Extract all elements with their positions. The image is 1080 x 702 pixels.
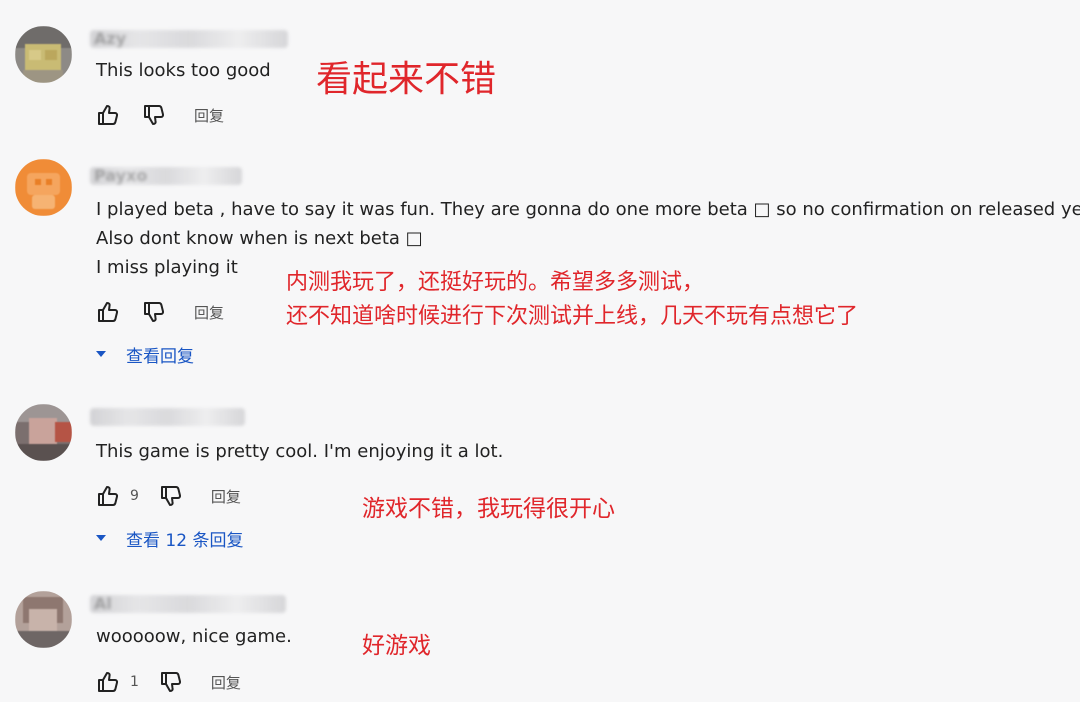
reply-button[interactable]: 回复 — [211, 672, 241, 693]
comment-text: wooooow, nice game. — [96, 626, 292, 647]
username[interactable]: Azy — [90, 30, 288, 48]
username[interactable]: Al — [90, 595, 286, 613]
avatar-image — [15, 591, 72, 648]
translation-annotation: 还不知道啥时候进行下次测试并上线，几天不玩有点想它了 — [286, 304, 859, 329]
view-replies-label: 查看回复 — [126, 346, 194, 367]
comment-text: This looks too good — [96, 60, 271, 81]
thumbs-down-icon[interactable] — [159, 670, 183, 694]
comment-text: I played beta , have to say it was fun. … — [96, 199, 1080, 220]
comment-2: Payxo I played beta , have to say it was… — [0, 150, 1080, 390]
view-replies-button[interactable]: 查看 12 条回复 — [96, 527, 244, 551]
translation-annotation: 内测我玩了，还挺好玩的。希望多多测试， — [286, 270, 705, 295]
comment-text: I miss playing it — [96, 257, 238, 278]
thumbs-down-icon[interactable] — [159, 484, 183, 508]
comment-actions: 9 回复 — [96, 484, 241, 508]
like-count: 9 — [130, 488, 139, 504]
translation-annotation: 看起来不错 — [316, 59, 497, 100]
avatar[interactable] — [15, 404, 72, 461]
caret-down-icon — [96, 351, 106, 357]
username[interactable]: Payxo — [90, 167, 242, 185]
comment-actions: 回复 — [96, 103, 224, 127]
comment-1: Azy This looks too good 回复 看起来不错 — [0, 0, 1080, 150]
comment-actions: 1 回复 — [96, 670, 241, 694]
view-replies-button[interactable]: 查看回复 — [96, 343, 194, 367]
avatar-image — [15, 26, 72, 83]
avatar[interactable] — [15, 159, 72, 216]
comment-3: This game is pretty cool. I'm enjoying i… — [0, 395, 1080, 575]
translation-annotation: 好游戏 — [362, 633, 431, 659]
reply-button[interactable]: 回复 — [194, 105, 224, 126]
comment-actions: 回复 — [96, 300, 224, 324]
comment-text: Also dont know when is next beta □ — [96, 228, 423, 249]
avatar[interactable] — [15, 26, 72, 83]
reply-button[interactable]: 回复 — [194, 302, 224, 323]
comment-text: This game is pretty cool. I'm enjoying i… — [96, 441, 504, 462]
thumbs-down-icon[interactable] — [142, 300, 166, 324]
reply-button[interactable]: 回复 — [211, 486, 241, 507]
username[interactable] — [90, 408, 245, 426]
thumbs-up-icon[interactable] — [96, 670, 120, 694]
view-replies-label: 查看 12 条回复 — [126, 530, 244, 551]
caret-down-icon — [96, 535, 106, 541]
comment-4: Al wooooow, nice game. 1 回复 好游戏 — [0, 575, 1080, 702]
avatar-image — [15, 404, 72, 461]
avatar[interactable] — [15, 591, 72, 648]
avatar-image — [15, 159, 72, 216]
like-count: 1 — [130, 674, 139, 690]
thumbs-up-icon[interactable] — [96, 300, 120, 324]
thumbs-up-icon[interactable] — [96, 484, 120, 508]
thumbs-up-icon[interactable] — [96, 103, 120, 127]
translation-annotation: 游戏不错，我玩得很开心 — [362, 496, 615, 522]
thumbs-down-icon[interactable] — [142, 103, 166, 127]
